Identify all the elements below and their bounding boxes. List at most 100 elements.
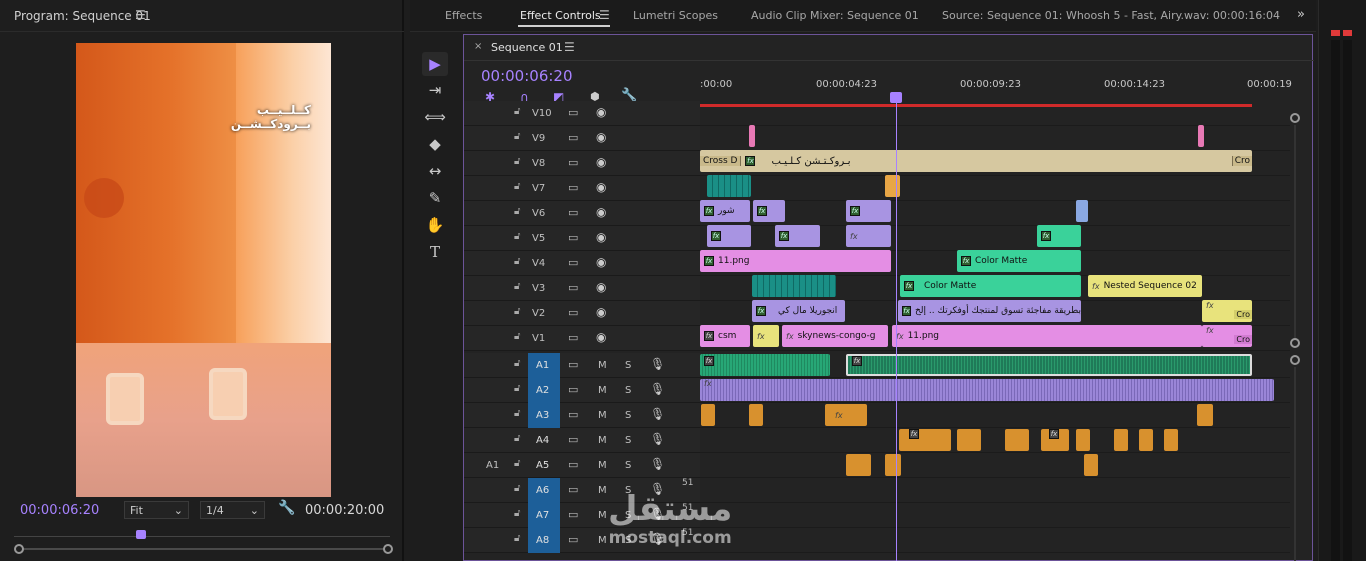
type-tool-icon[interactable]: T bbox=[422, 240, 448, 264]
clip-v1-csm[interactable]: fx csm bbox=[700, 325, 750, 347]
clip-v6-a[interactable]: fx شور bbox=[700, 200, 750, 222]
sync-lock-icon[interactable]: ▭ bbox=[568, 281, 578, 294]
ripple-edit-tool-icon[interactable]: ⟺ bbox=[422, 105, 448, 129]
sync-lock-icon[interactable]: ▭ bbox=[568, 206, 578, 219]
clip-v6-b[interactable]: fx bbox=[753, 200, 785, 222]
tab-effect-controls[interactable]: Effect Controls bbox=[520, 9, 601, 22]
tab-sequence-01[interactable]: Sequence 01 bbox=[491, 41, 563, 54]
sync-lock-icon[interactable]: ▭ bbox=[568, 256, 578, 269]
sync-lock-icon[interactable]: ▭ bbox=[568, 383, 578, 396]
clip-v9-b[interactable] bbox=[1198, 125, 1204, 147]
lock-icon[interactable]: 🔓︎ bbox=[514, 281, 520, 292]
audio-clip-a5-a[interactable] bbox=[846, 454, 871, 476]
lock-icon[interactable]: 🔓︎ bbox=[514, 331, 520, 342]
selection-tool-icon[interactable]: ▶ bbox=[422, 52, 448, 76]
razor-tool-icon[interactable]: ◆ bbox=[422, 132, 448, 156]
clip-v2-a[interactable]: fx انجوريلا مال كي bbox=[752, 300, 845, 322]
lock-icon[interactable]: 🔓︎ bbox=[514, 256, 520, 267]
lock-icon[interactable]: 🔓︎ bbox=[514, 433, 520, 444]
sync-lock-icon[interactable]: ▭ bbox=[568, 483, 578, 496]
lock-icon[interactable]: 🔓︎ bbox=[514, 508, 520, 519]
tab-effects[interactable]: Effects bbox=[445, 9, 482, 22]
mute-button[interactable]: M bbox=[598, 510, 607, 521]
microphone-icon[interactable]: 🎙︎ bbox=[650, 432, 665, 446]
clip-v5-c[interactable]: fx bbox=[846, 225, 891, 247]
lock-icon[interactable]: 🔓︎ bbox=[514, 358, 520, 369]
audio-clip-a3-a[interactable] bbox=[701, 404, 715, 426]
eye-icon[interactable]: ◉ bbox=[596, 330, 606, 344]
sync-lock-icon[interactable]: ▭ bbox=[568, 156, 578, 169]
solo-button[interactable]: S bbox=[625, 360, 631, 371]
zoom-handle-left[interactable] bbox=[14, 544, 24, 554]
solo-button[interactable]: S bbox=[625, 410, 631, 421]
audio-clip-a4-a[interactable]: fx bbox=[899, 429, 951, 451]
audio-clip-a4-e[interactable] bbox=[1076, 429, 1090, 451]
lock-icon[interactable]: 🔓︎ bbox=[514, 408, 520, 419]
eye-icon[interactable]: ◉ bbox=[596, 155, 606, 169]
chevron-double-right-icon[interactable]: » bbox=[1297, 7, 1305, 22]
mute-button[interactable]: M bbox=[598, 485, 607, 496]
clip-v6-d[interactable] bbox=[1076, 200, 1088, 222]
timeline-timecode[interactable]: 00:00:06:20 bbox=[481, 67, 573, 85]
sync-lock-icon[interactable]: ▭ bbox=[568, 458, 578, 471]
clip-v3-nested[interactable]: fx Nested Sequence 02 bbox=[1088, 275, 1202, 297]
timeline-playhead-handle[interactable] bbox=[890, 92, 902, 103]
audio-clip-a4-c[interactable] bbox=[1005, 429, 1029, 451]
pen-tool-icon[interactable]: ✎ bbox=[422, 186, 448, 210]
clip-v5-b[interactable]: fx bbox=[775, 225, 820, 247]
clip-v1-end[interactable]: fx Cro bbox=[1202, 325, 1252, 347]
lock-icon[interactable]: 🔓︎ bbox=[514, 483, 520, 494]
microphone-icon[interactable]: 🎙︎ bbox=[650, 407, 665, 421]
clip-v4-color-matte[interactable]: fx Color Matte bbox=[957, 250, 1081, 272]
audio-clip-a3-d[interactable] bbox=[1197, 404, 1213, 426]
hand-tool-icon[interactable]: ✋ bbox=[422, 213, 448, 237]
audio-clip-a3-c[interactable]: fx bbox=[825, 404, 867, 426]
sync-lock-icon[interactable]: ▭ bbox=[568, 106, 578, 119]
clip-v4-png[interactable]: fx 11.png bbox=[700, 250, 891, 272]
sync-lock-icon[interactable]: ▭ bbox=[568, 533, 578, 546]
mute-button[interactable]: M bbox=[598, 385, 607, 396]
audio-clip-a4-b[interactable] bbox=[957, 429, 981, 451]
audio-clip-a1-b[interactable]: fx bbox=[846, 354, 1252, 376]
lock-icon[interactable]: 🔓︎ bbox=[514, 181, 520, 192]
program-timecode-current[interactable]: 00:00:06:20 bbox=[20, 503, 99, 518]
audio-clip-a3-b[interactable] bbox=[749, 404, 763, 426]
zoom-handle-right[interactable] bbox=[383, 544, 393, 554]
solo-button[interactable]: S bbox=[625, 460, 631, 471]
panel-menu-icon[interactable]: ☰ bbox=[135, 8, 146, 22]
clip-v3-teal[interactable] bbox=[752, 275, 836, 297]
solo-button[interactable]: S bbox=[625, 385, 631, 396]
clip-v3-color-matte[interactable]: fx Color Matte bbox=[900, 275, 1081, 297]
clip-v2-c[interactable]: fx Cro bbox=[1202, 300, 1252, 322]
clip-v2-b[interactable]: fx بطريقة مفاجئة تسوق لمنتجك أوفكرتك .. إ… bbox=[898, 300, 1081, 322]
program-zoom-scrollbar[interactable] bbox=[18, 548, 390, 550]
eye-icon[interactable]: ◉ bbox=[596, 255, 606, 269]
lock-icon[interactable]: 🔓︎ bbox=[514, 156, 520, 167]
eye-icon[interactable]: ◉ bbox=[596, 130, 606, 144]
program-monitor-title[interactable]: Program: Sequence 01 bbox=[14, 9, 151, 23]
clip-v6-c[interactable]: fx bbox=[846, 200, 891, 222]
wrench-icon[interactable]: 🔧 bbox=[278, 500, 295, 516]
clip-v7-teal[interactable] bbox=[707, 175, 751, 197]
program-playhead-handle[interactable] bbox=[136, 530, 146, 539]
sync-lock-icon[interactable]: ▭ bbox=[568, 358, 578, 371]
sync-lock-icon[interactable]: ▭ bbox=[568, 231, 578, 244]
lock-icon[interactable]: 🔓︎ bbox=[514, 206, 520, 217]
eye-icon[interactable]: ◉ bbox=[596, 305, 606, 319]
clip-v8-title[interactable]: Cross D fx بـروكـتـشن كـلـيـب Cro bbox=[700, 150, 1252, 172]
program-time-ruler[interactable] bbox=[14, 531, 390, 537]
track-select-tool-icon[interactable]: ⇥ bbox=[422, 78, 448, 102]
audio-clip-a4-d[interactable]: fx bbox=[1041, 429, 1069, 451]
solo-button[interactable]: S bbox=[625, 435, 631, 446]
lock-icon[interactable]: 🔓︎ bbox=[514, 458, 520, 469]
vscroll-handle-top[interactable] bbox=[1290, 113, 1300, 123]
audio-clip-a1-a[interactable]: fx bbox=[700, 354, 830, 376]
clip-v1-png[interactable]: fx 11.png bbox=[892, 325, 1202, 347]
sync-lock-icon[interactable]: ▭ bbox=[568, 508, 578, 521]
lock-icon[interactable]: 🔓︎ bbox=[514, 306, 520, 317]
microphone-icon[interactable]: 🎙︎ bbox=[650, 382, 665, 396]
close-icon[interactable]: × bbox=[474, 41, 482, 52]
clip-v9-a[interactable] bbox=[749, 125, 755, 147]
panel-menu-icon[interactable]: ☰ bbox=[599, 8, 610, 22]
resolution-dropdown[interactable]: 1/4 ⌄ bbox=[200, 501, 265, 519]
